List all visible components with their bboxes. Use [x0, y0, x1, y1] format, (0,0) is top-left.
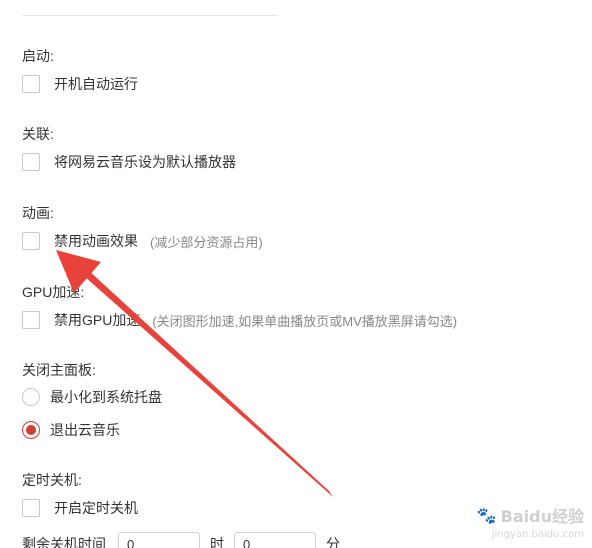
gpu-label: GPU加速: — [22, 284, 85, 300]
remaining-time-label: 剩余关机时间 — [22, 536, 106, 548]
minutes-input[interactable] — [234, 532, 316, 548]
minimize-tray-radio[interactable] — [22, 388, 40, 406]
exit-app-radio[interactable] — [22, 421, 40, 439]
watermark-brand: Baidu经验 — [500, 507, 584, 526]
radio-dot — [26, 425, 36, 435]
paw-icon: 🐾 — [476, 505, 497, 525]
disable-animation-checkbox[interactable] — [22, 232, 40, 250]
auto-start-checkbox[interactable] — [22, 75, 40, 93]
disable-gpu-checkbox[interactable] — [22, 311, 40, 329]
enable-timer-checkbox[interactable] — [22, 499, 40, 517]
arrow-shaft — [84, 270, 333, 497]
exit-app-radio-row[interactable]: 退出云音乐 — [22, 419, 120, 441]
watermark-url: jingyan.baidu.com — [491, 529, 584, 540]
disable-animation-label: 禁用动画效果 — [54, 233, 138, 249]
divider — [22, 15, 278, 16]
minutes-unit: 分 — [326, 536, 340, 548]
timer-label: 定时关机: — [22, 472, 82, 488]
animation-label: 动画: — [22, 205, 54, 221]
default-player-checkbox-row[interactable]: 将网易云音乐设为默认播放器 — [22, 151, 236, 173]
minimize-tray-label: 最小化到系统托盘 — [50, 389, 162, 405]
association-label: 关联: — [22, 126, 54, 142]
close-panel-label: 关闭主面板: — [22, 362, 96, 378]
disable-animation-checkbox-row[interactable]: 禁用动画效果 (减少部分资源占用) — [22, 230, 263, 252]
auto-start-label: 开机自动运行 — [54, 76, 138, 92]
disable-gpu-hint: (关闭图形加速,如果单曲播放页或MV播放黑屏请勾选) — [152, 313, 458, 329]
watermark-brand-row: 🐾 Baidu经验 — [477, 503, 584, 527]
baidu-watermark: 🐾 Baidu经验 jingyan.baidu.com — [477, 503, 584, 541]
disable-animation-hint: (减少部分资源占用) — [150, 234, 263, 250]
settings-page: 启动: 开机自动运行 关联: 将网易云音乐设为默认播放器 动画: 禁用动画效果 … — [0, 0, 592, 548]
default-player-label: 将网易云音乐设为默认播放器 — [54, 154, 236, 170]
hours-input[interactable] — [118, 532, 200, 548]
auto-start-checkbox-row[interactable]: 开机自动运行 — [22, 73, 138, 95]
startup-label: 启动: — [22, 48, 54, 64]
hours-unit: 时 — [210, 536, 224, 548]
minimize-tray-radio-row[interactable]: 最小化到系统托盘 — [22, 386, 162, 408]
disable-gpu-label: 禁用GPU加速 — [54, 312, 141, 328]
disable-gpu-checkbox-row[interactable]: 禁用GPU加速 (关闭图形加速,如果单曲播放页或MV播放黑屏请勾选) — [22, 309, 457, 331]
enable-timer-checkbox-row[interactable]: 开启定时关机 — [22, 497, 138, 519]
exit-app-label: 退出云音乐 — [50, 422, 120, 438]
remaining-time-row: 剩余关机时间 时 分 — [22, 531, 350, 548]
enable-timer-label: 开启定时关机 — [54, 500, 138, 516]
default-player-checkbox[interactable] — [22, 153, 40, 171]
